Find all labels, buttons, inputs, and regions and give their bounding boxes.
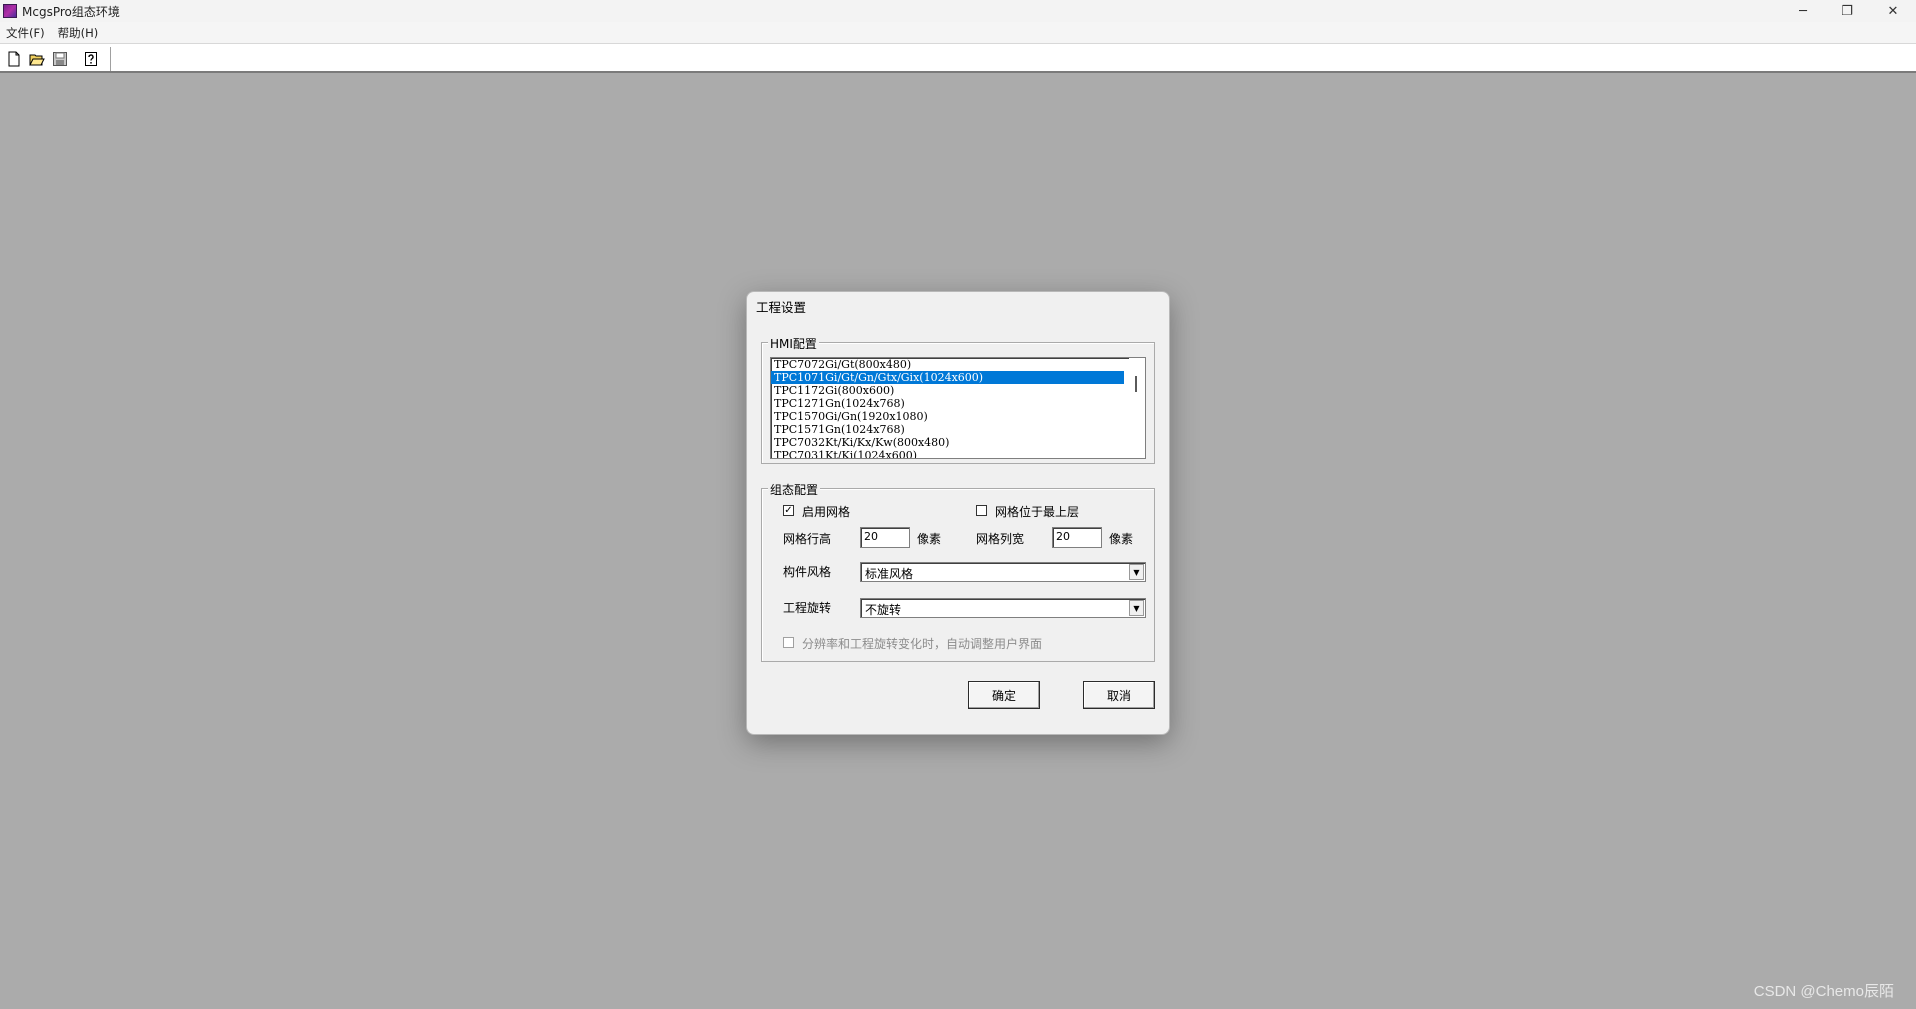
menu-file[interactable]: 文件(F) [0, 25, 52, 41]
dropdown-arrow-icon[interactable]: ▼ [1129, 600, 1144, 616]
config-group: 组态配置 ✓ 启用网格 网格位于最上层 网格行高 20 像素 网格列宽 20 像… [761, 481, 1155, 662]
menu-help[interactable]: 帮助(H) [52, 25, 106, 41]
dialog-title: 工程设置 [756, 300, 807, 315]
auto-adjust-checkbox[interactable] [783, 637, 794, 648]
row-height-label: 网格行高 [783, 532, 832, 546]
restore-button[interactable]: ❐ [1824, 0, 1870, 22]
hmi-config-group: HMI配置 TPC7072Gi/Gt(800x480) TPC1071Gi/Gt… [761, 335, 1155, 464]
save-disk-icon [53, 52, 67, 66]
ok-button[interactable]: 确定 [968, 681, 1040, 709]
watermark: CSDN @Chemo辰陌 [1753, 983, 1894, 1000]
rotation-select[interactable]: 不旋转 ▼ [860, 598, 1146, 618]
help-button[interactable] [80, 48, 102, 70]
list-item[interactable]: TPC1571Gn(1024x768) [771, 423, 1124, 436]
row-height-unit: 像素 [917, 532, 942, 546]
grid-on-top-label: 网格位于最上层 [995, 505, 1080, 519]
hmi-config-legend: HMI配置 [768, 335, 819, 352]
component-style-label: 构件风格 [783, 565, 832, 579]
menu-bar: 文件(F) 帮助(H) [0, 22, 1916, 43]
row-height-input[interactable]: 20 [860, 527, 910, 548]
dropdown-arrow-icon[interactable]: ▼ [1129, 564, 1144, 580]
scrollbar-thumb[interactable] [1135, 376, 1137, 392]
auto-adjust-label: 分辨率和工程旋转变化时，自动调整用户界面 [802, 637, 1043, 651]
hmi-model-list[interactable]: TPC7072Gi/Gt(800x480) TPC1071Gi/Gt/Gn/Gt… [770, 357, 1146, 459]
toolbar [0, 43, 1916, 73]
list-item-selected[interactable]: TPC1071Gi/Gt/Gn/Gtx/Gix(1024x600) [771, 371, 1124, 384]
open-folder-icon [29, 54, 45, 66]
rotation-label: 工程旋转 [783, 601, 832, 615]
check-mark-icon: ✓ [784, 504, 793, 516]
component-style-select[interactable]: 标准风格 ▼ [860, 562, 1146, 582]
list-item[interactable]: TPC7031Kt/Ki(1024x600) [771, 449, 1124, 458]
list-scrollbar[interactable] [1129, 358, 1145, 458]
enable-grid-checkbox[interactable]: ✓ [783, 505, 794, 516]
project-settings-dialog: 工程设置 HMI配置 TPC7072Gi/Gt(800x480) TPC1071… [747, 292, 1169, 734]
list-item[interactable]: TPC7072Gi/Gt(800x480) [771, 358, 1124, 371]
window-title: McgsPro组态环境 [22, 4, 120, 19]
app-icon [3, 4, 17, 18]
col-width-label: 网格列宽 [976, 532, 1025, 546]
list-item[interactable]: TPC1570Gi/Gn(1920x1080) [771, 410, 1124, 423]
col-width-unit: 像素 [1109, 532, 1134, 546]
list-item[interactable]: TPC7032Kt/Ki/Kx/Kw(800x480) [771, 436, 1124, 449]
open-button[interactable] [26, 48, 48, 70]
new-file-button[interactable] [3, 48, 25, 70]
save-button[interactable] [49, 48, 71, 70]
list-item[interactable]: TPC1172Gi(800x600) [771, 384, 1124, 397]
enable-grid-label: 启用网格 [802, 505, 851, 519]
config-legend: 组态配置 [768, 481, 821, 498]
minimize-button[interactable]: ─ [1780, 0, 1826, 22]
new-file-icon [8, 51, 20, 67]
grid-on-top-checkbox[interactable] [976, 505, 987, 516]
col-width-input[interactable]: 20 [1052, 527, 1102, 548]
help-icon [85, 52, 97, 66]
list-item[interactable]: TPC1271Gn(1024x768) [771, 397, 1124, 410]
cancel-button[interactable]: 取消 [1083, 681, 1155, 709]
title-bar: McgsPro组态环境 ─ ❐ ✕ [0, 0, 1916, 22]
component-style-value: 标准风格 [865, 567, 914, 581]
rotation-value: 不旋转 [865, 603, 902, 617]
close-button[interactable]: ✕ [1870, 0, 1916, 22]
toolbar-separator [110, 47, 111, 71]
